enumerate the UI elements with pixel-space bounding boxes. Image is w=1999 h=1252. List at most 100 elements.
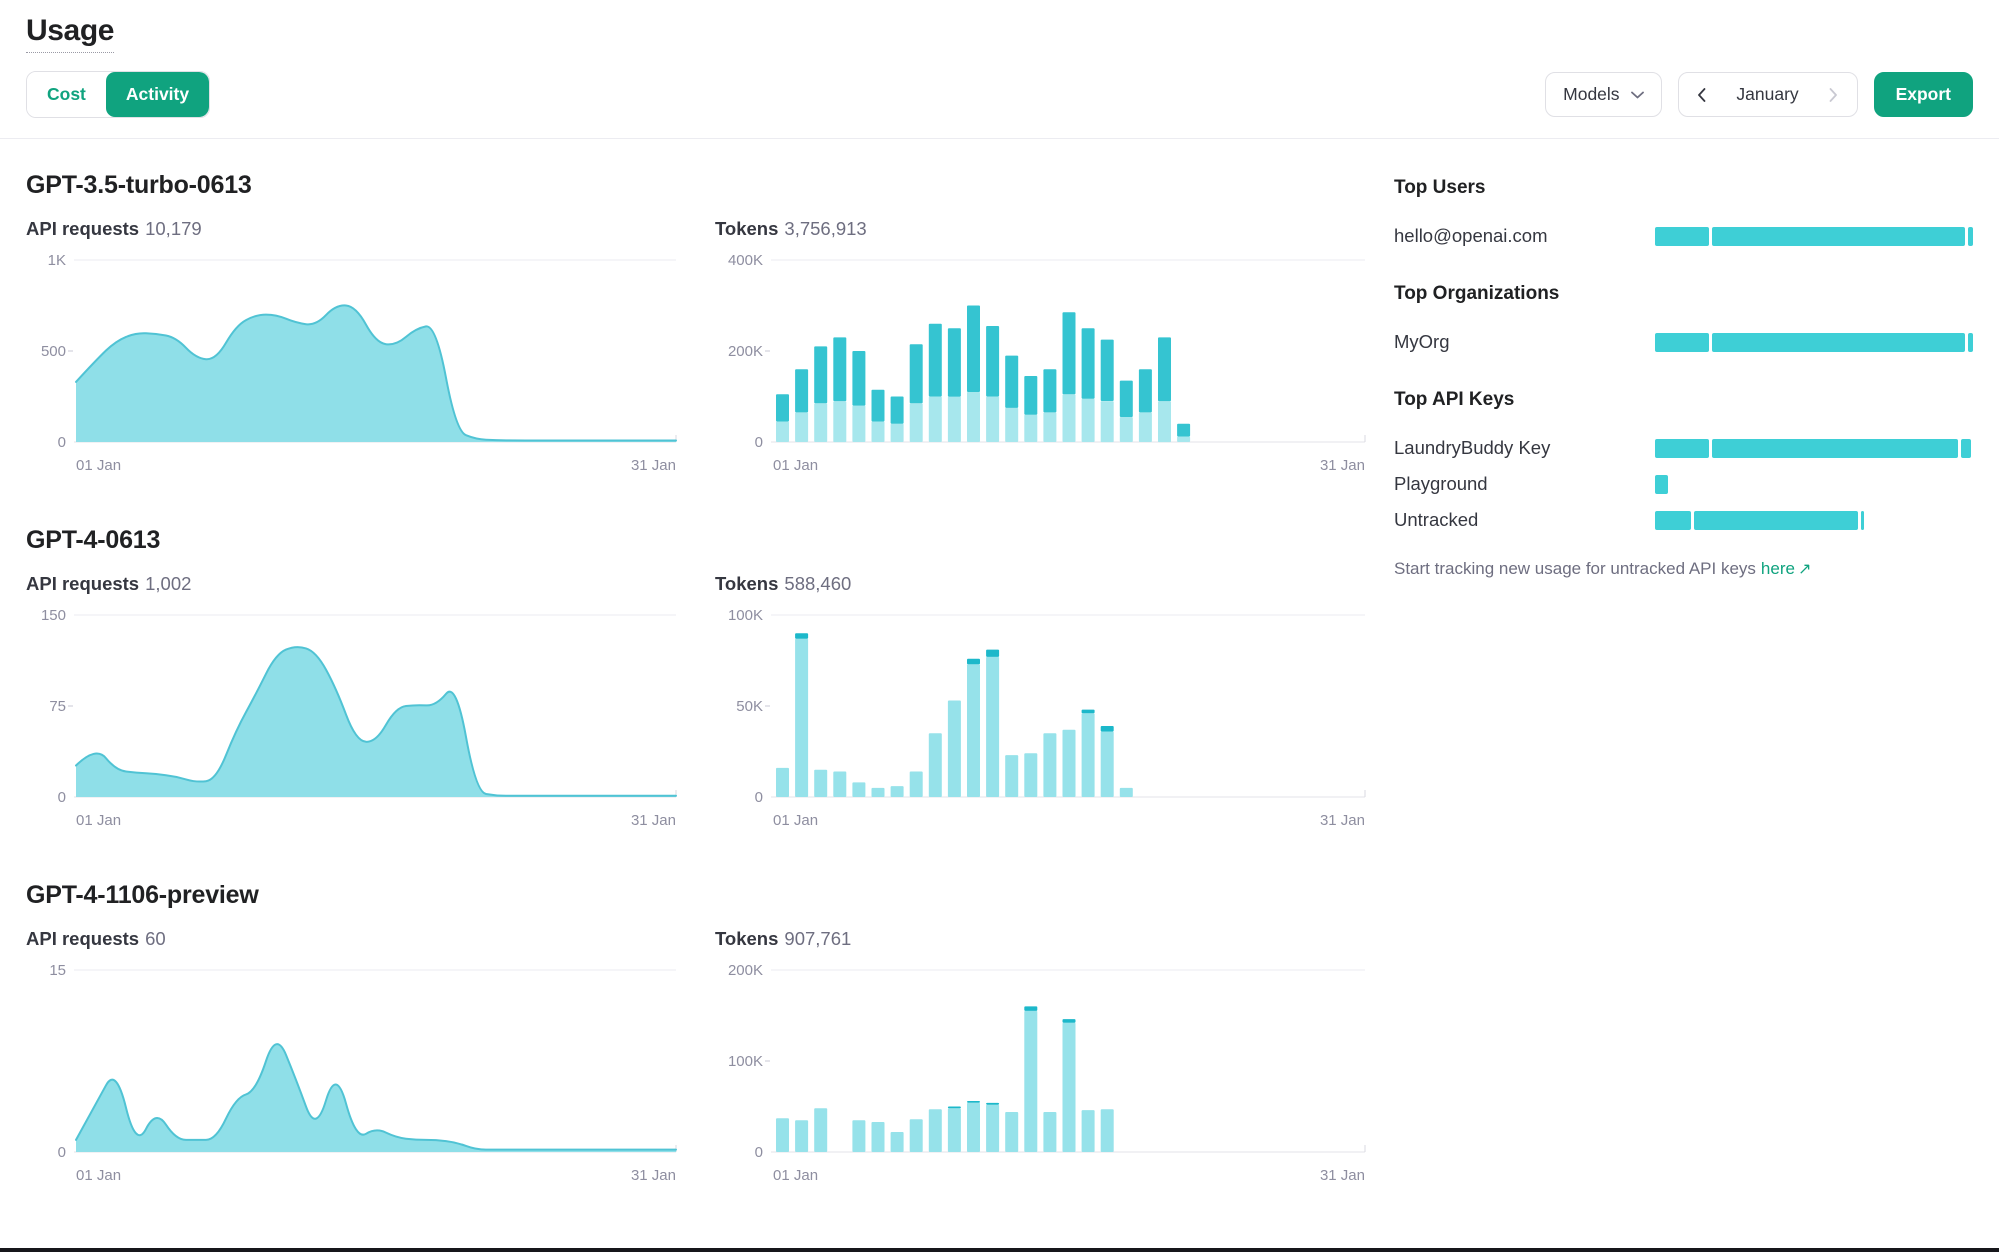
- svg-text:31 Jan: 31 Jan: [631, 457, 676, 474]
- svg-text:100K: 100K: [728, 1053, 763, 1070]
- usage-group-top-organizations: Top Organizations MyOrg: [1394, 283, 1973, 353]
- usage-row-label: MyOrg: [1394, 331, 1450, 352]
- svg-text:31 Jan: 31 Jan: [631, 812, 676, 829]
- month-navigator: January: [1677, 72, 1858, 117]
- tokens-chart: 200K 100K 0 01 Jan 31 Jan: [715, 954, 1370, 1186]
- group-title: Top API Keys: [1394, 389, 1515, 410]
- svg-text:100K: 100K: [728, 607, 763, 624]
- footer-here-link[interactable]: here: [1761, 559, 1795, 578]
- svg-text:0: 0: [58, 434, 66, 451]
- usage-row-label: hello@openai.com: [1394, 225, 1548, 246]
- api-requests-chart: 15 0 01 Jan 31 Jan: [26, 954, 681, 1186]
- usage-bar-segment: [1712, 438, 1959, 458]
- api-requests-label: API requests: [26, 218, 140, 239]
- tokens-value: 3,756,913: [784, 218, 867, 239]
- group-title: Top Users: [1394, 177, 1486, 198]
- tokens-label: Tokens: [715, 573, 779, 594]
- tokens-label: Tokens: [715, 218, 779, 239]
- models-dropdown-label: Models: [1563, 84, 1620, 104]
- usage-bar-segment: [1655, 474, 1669, 494]
- svg-text:200K: 200K: [728, 343, 763, 360]
- api-requests-block: API requests 10,179 1K 500 0 01 Jan 31 Jan: [26, 218, 681, 476]
- svg-text:200K: 200K: [728, 962, 763, 979]
- bottom-scrollbar[interactable]: [0, 1248, 1999, 1252]
- svg-text:0: 0: [58, 1144, 66, 1161]
- tokens-value: 588,460: [784, 573, 852, 594]
- usage-row-label: Playground: [1394, 473, 1488, 494]
- svg-text:0: 0: [755, 434, 763, 451]
- usage-breakdown-sidebar: Top Users hello@openai.com Top Organizatio…: [1394, 167, 1973, 1236]
- models-dropdown-button[interactable]: Models: [1545, 72, 1662, 117]
- svg-text:01 Jan: 01 Jan: [76, 812, 121, 829]
- svg-text:500: 500: [41, 343, 66, 360]
- usage-bar-segment: [1693, 510, 1858, 530]
- model-section: GPT-4-0613 API requests 1,002 150 75 0 01 Ja…: [26, 526, 1370, 831]
- chevron-down-icon: [1630, 91, 1644, 99]
- external-link-arrow-icon: ↗: [1797, 561, 1812, 578]
- month-label: January: [1736, 84, 1799, 104]
- svg-text:0: 0: [755, 1144, 763, 1161]
- usage-charts-main: GPT-3.5-turbo-0613 API requests 10,179 1K…: [26, 167, 1370, 1236]
- api-requests-value: 60: [145, 928, 166, 949]
- usage-bar: [1655, 510, 1973, 530]
- svg-text:150: 150: [41, 607, 66, 624]
- tokens-block: Tokens 907,761 200K 100K 0 01 Jan 31 Jan: [715, 928, 1370, 1186]
- api-requests-value: 10,179: [145, 218, 202, 239]
- model-title: GPT-4-0613: [26, 526, 161, 554]
- svg-text:31 Jan: 31 Jan: [1320, 457, 1365, 474]
- tab-cost[interactable]: Cost: [27, 72, 106, 117]
- api-requests-label: API requests: [26, 573, 140, 594]
- usage-bar-segment: [1655, 510, 1691, 530]
- usage-row: Untracked: [1394, 509, 1973, 531]
- usage-group-top-api-keys: Top API Keys LaundryBuddy Key Playground Un…: [1394, 389, 1973, 531]
- model-section: GPT-4-1106-preview API requests 60 15 0 01 …: [26, 881, 1370, 1186]
- export-button[interactable]: Export: [1873, 72, 1973, 117]
- usage-bar-segment: [1711, 226, 1966, 246]
- cost-activity-toggle: Cost Activity: [26, 71, 211, 118]
- svg-text:31 Jan: 31 Jan: [1320, 812, 1365, 829]
- svg-text:01 Jan: 01 Jan: [76, 1167, 121, 1184]
- footer-text: Start tracking new usage for untracked A…: [1394, 559, 1756, 578]
- svg-text:0: 0: [58, 789, 66, 806]
- svg-text:400K: 400K: [728, 252, 763, 269]
- next-month-button[interactable]: [1811, 73, 1857, 116]
- usage-row: MyOrg: [1394, 331, 1973, 353]
- tab-activity[interactable]: Activity: [105, 72, 210, 117]
- usage-bar-segment: [1961, 438, 1972, 458]
- usage-bar-segment: [1711, 332, 1966, 352]
- usage-bar-segment: [1655, 226, 1709, 246]
- tokens-value: 907,761: [784, 928, 852, 949]
- usage-bar-segment: [1655, 438, 1710, 458]
- usage-row-label: LaundryBuddy Key: [1394, 437, 1551, 458]
- model-title: GPT-3.5-turbo-0613: [26, 171, 252, 199]
- api-requests-block: API requests 1,002 150 75 0 01 Jan 31 Jan: [26, 573, 681, 831]
- tokens-chart: 400K 200K 0 01 Jan 31 Jan: [715, 244, 1370, 476]
- svg-text:31 Jan: 31 Jan: [631, 1167, 676, 1184]
- usage-bar: [1655, 226, 1973, 246]
- usage-bar: [1655, 332, 1973, 352]
- svg-text:15: 15: [49, 962, 66, 979]
- api-requests-block: API requests 60 15 0 01 Jan 31 Jan: [26, 928, 681, 1186]
- chevron-right-icon: [1829, 87, 1838, 102]
- usage-bar-segment: [1655, 332, 1709, 352]
- usage-row: hello@openai.com: [1394, 225, 1973, 247]
- usage-bar: [1655, 438, 1973, 458]
- page-header: Usage Cost Activity Models January Expor…: [0, 0, 1999, 138]
- api-requests-label: API requests: [26, 928, 140, 949]
- usage-bar-segment: [1968, 226, 1973, 246]
- model-section: GPT-3.5-turbo-0613 API requests 10,179 1K…: [26, 171, 1370, 476]
- previous-month-button[interactable]: [1679, 73, 1725, 116]
- tokens-label: Tokens: [715, 928, 779, 949]
- api-requests-chart: 150 75 0 01 Jan 31 Jan: [26, 599, 681, 831]
- api-requests-value: 1,002: [145, 573, 192, 594]
- api-requests-chart: 1K 500 0 01 Jan 31 Jan: [26, 244, 681, 476]
- usage-row: Playground: [1394, 473, 1973, 495]
- svg-text:01 Jan: 01 Jan: [773, 1167, 818, 1184]
- tokens-block: Tokens 3,756,913 400K 200K 0 01 Jan 31 Jan: [715, 218, 1370, 476]
- usage-bar: [1655, 474, 1973, 494]
- model-title: GPT-4-1106-preview: [26, 881, 259, 909]
- chevron-left-icon: [1697, 87, 1706, 102]
- svg-text:50K: 50K: [736, 698, 763, 715]
- svg-text:01 Jan: 01 Jan: [773, 457, 818, 474]
- usage-bar-segment: [1860, 510, 1864, 530]
